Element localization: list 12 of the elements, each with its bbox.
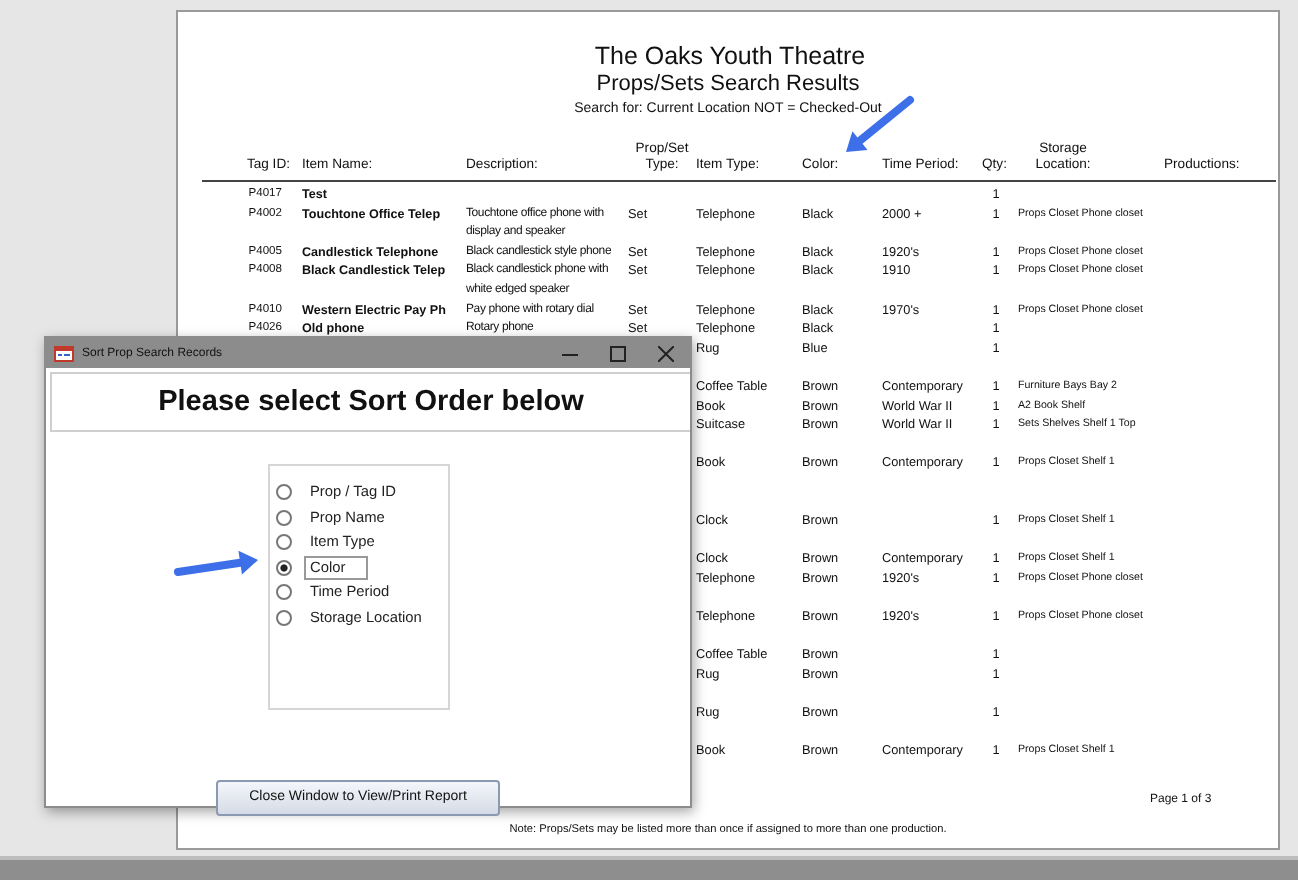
maximize-icon <box>610 345 626 361</box>
radio-button[interactable] <box>276 484 292 501</box>
radio-button[interactable] <box>276 534 292 551</box>
radio-button[interactable] <box>276 509 292 526</box>
close-icon <box>658 345 674 361</box>
report-title: The Oaks Youth Theatre <box>592 42 868 70</box>
dialog-heading: Please select Sort Order below <box>158 386 584 418</box>
radio-button[interactable] <box>276 609 292 626</box>
radio-button[interactable] <box>276 559 292 576</box>
report-subtitle: Props/Sets Search Results <box>594 72 862 96</box>
form-icon <box>54 345 74 361</box>
radio-button[interactable] <box>276 584 292 601</box>
